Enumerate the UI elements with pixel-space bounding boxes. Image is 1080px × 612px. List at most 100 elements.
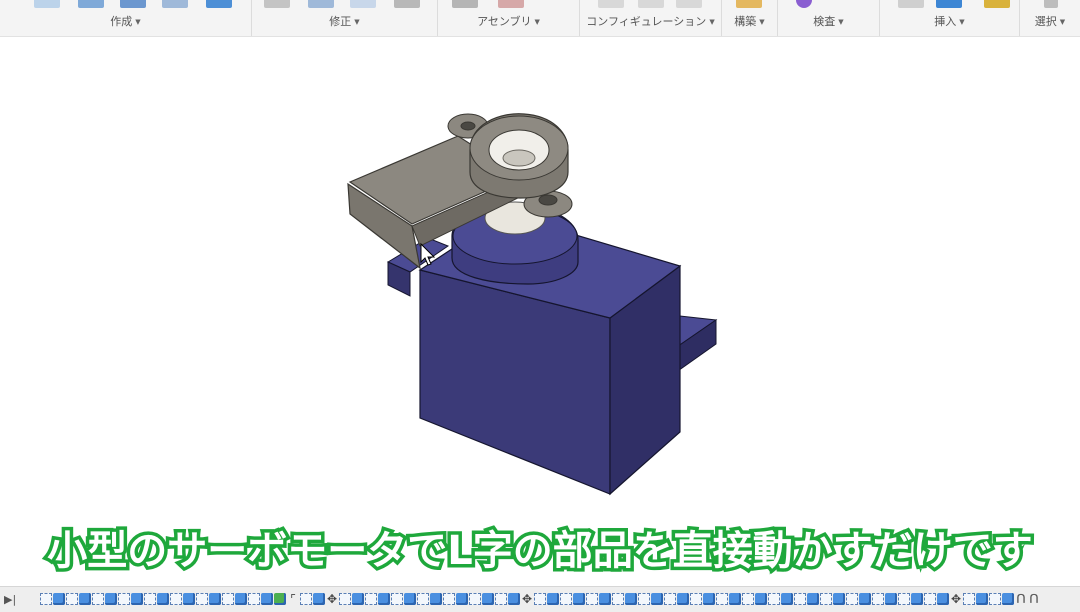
insert-mesh-icon[interactable] xyxy=(936,0,962,8)
timeline-sketch-icon[interactable] xyxy=(92,593,104,605)
timeline-sketch-icon[interactable] xyxy=(963,593,975,605)
servo-assembly-model[interactable] xyxy=(0,37,1080,587)
timeline-sketch-icon[interactable] xyxy=(794,593,806,605)
timeline-body-icon[interactable] xyxy=(131,593,143,605)
toolbar-menu-modify[interactable]: 修正 ▼ xyxy=(252,13,437,29)
toolbar-menu-construct[interactable]: 構築 ▼ xyxy=(722,13,777,29)
timeline-body-icon[interactable] xyxy=(755,593,767,605)
timeline-body-icon[interactable] xyxy=(859,593,871,605)
timeline-move-icon[interactable]: ✥ xyxy=(950,593,962,605)
offset-plane-icon[interactable] xyxy=(736,0,762,8)
toolbar-menu-configure[interactable]: コンフィギュレーション ▼ xyxy=(580,13,721,29)
timeline-move-icon[interactable]: ✥ xyxy=(326,593,338,605)
timeline-sketch-icon[interactable] xyxy=(339,593,351,605)
timeline-sketch-icon[interactable] xyxy=(222,593,234,605)
revolve-icon[interactable] xyxy=(120,0,146,8)
timeline-body-icon[interactable] xyxy=(937,593,949,605)
timeline-body-icon[interactable] xyxy=(53,593,65,605)
timeline-sketch-icon[interactable] xyxy=(469,593,481,605)
timeline-body-icon[interactable] xyxy=(781,593,793,605)
timeline-sketch-icon[interactable] xyxy=(872,593,884,605)
timeline-sketch-icon[interactable] xyxy=(768,593,780,605)
chamfer-icon[interactable] xyxy=(350,0,376,8)
timeline-body-icon[interactable] xyxy=(105,593,117,605)
timeline-sketch-icon[interactable] xyxy=(560,593,572,605)
pattern-icon[interactable] xyxy=(206,0,232,8)
timeline-sketch-icon[interactable] xyxy=(898,593,910,605)
insert-derive-icon[interactable] xyxy=(898,0,924,8)
timeline-body-icon[interactable] xyxy=(404,593,416,605)
timeline-body-icon[interactable] xyxy=(157,593,169,605)
timeline-sketch-icon[interactable] xyxy=(40,593,52,605)
insert-mcmaster-icon[interactable] xyxy=(984,0,1010,8)
timeline-sketch-icon[interactable] xyxy=(534,593,546,605)
toolbar-menu-select[interactable]: 選択 ▼ xyxy=(1020,13,1080,29)
timeline-body-icon[interactable] xyxy=(378,593,390,605)
measure-icon[interactable] xyxy=(796,0,812,8)
canvas-viewport[interactable] xyxy=(0,37,1080,587)
press-pull-icon[interactable] xyxy=(264,0,290,8)
configure-rule-icon[interactable] xyxy=(638,0,664,8)
timeline-sketch-icon[interactable] xyxy=(495,593,507,605)
timeline-sketch-icon[interactable] xyxy=(638,593,650,605)
play-icon[interactable]: ▶| xyxy=(4,593,16,606)
timeline-corner-icon[interactable]: ⌜ xyxy=(287,593,299,605)
timeline-sketch-icon[interactable] xyxy=(196,593,208,605)
timeline-body-icon[interactable] xyxy=(79,593,91,605)
shell-icon[interactable] xyxy=(394,0,420,8)
new-component-icon[interactable] xyxy=(452,0,478,8)
timeline-joint-icon[interactable]: ⋂ xyxy=(1015,593,1027,605)
hole-icon[interactable] xyxy=(162,0,188,8)
timeline-sketch-icon[interactable] xyxy=(742,593,754,605)
timeline-sketch-icon[interactable] xyxy=(690,593,702,605)
toolbar-menu-create[interactable]: 作成 ▼ xyxy=(0,13,251,29)
joint-icon[interactable] xyxy=(498,0,524,8)
timeline-body-icon[interactable] xyxy=(482,593,494,605)
timeline-body-icon[interactable] xyxy=(911,593,923,605)
timeline-body-icon[interactable] xyxy=(1002,593,1014,605)
timeline-sketch-icon[interactable] xyxy=(365,593,377,605)
timeline-body-icon[interactable] xyxy=(261,593,273,605)
timeline-body-icon[interactable] xyxy=(651,593,663,605)
configure-theme-icon[interactable] xyxy=(676,0,702,8)
timeline-sketch-icon[interactable] xyxy=(66,593,78,605)
timeline-sketch-icon[interactable] xyxy=(417,593,429,605)
timeline-sketch-icon[interactable] xyxy=(248,593,260,605)
timeline-sketch-icon[interactable] xyxy=(612,593,624,605)
timeline-body-icon[interactable] xyxy=(456,593,468,605)
toolbar-menu-inspect[interactable]: 検査 ▼ xyxy=(778,13,879,29)
timeline-body-icon[interactable] xyxy=(430,593,442,605)
timeline-body-icon[interactable] xyxy=(209,593,221,605)
timeline-body-icon[interactable] xyxy=(547,593,559,605)
timeline-body-icon[interactable] xyxy=(677,593,689,605)
timeline-sketch-icon[interactable] xyxy=(144,593,156,605)
timeline-body-icon[interactable] xyxy=(183,593,195,605)
timeline-sketch-icon[interactable] xyxy=(586,593,598,605)
timeline-body-icon[interactable] xyxy=(885,593,897,605)
timeline-body-icon[interactable] xyxy=(599,593,611,605)
fillet-icon[interactable] xyxy=(308,0,334,8)
timeline-body-icon[interactable] xyxy=(976,593,988,605)
toolbar-menu-insert[interactable]: 挿入 ▼ xyxy=(880,13,1019,29)
timeline-body-icon[interactable] xyxy=(703,593,715,605)
timeline-body-icon[interactable] xyxy=(573,593,585,605)
timeline-sketch-icon[interactable] xyxy=(118,593,130,605)
timeline-sketch-icon[interactable] xyxy=(443,593,455,605)
timeline-body-icon[interactable] xyxy=(235,593,247,605)
select-cursor-icon[interactable] xyxy=(1044,0,1058,8)
timeline-joint-icon[interactable]: ⋂ xyxy=(1028,593,1040,605)
timeline-sketch-icon[interactable] xyxy=(664,593,676,605)
timeline-body-icon[interactable] xyxy=(313,593,325,605)
timeline-sketch-icon[interactable] xyxy=(989,593,1001,605)
timeline-sketch-icon[interactable] xyxy=(391,593,403,605)
timeline-body-icon[interactable] xyxy=(807,593,819,605)
timeline-body-icon[interactable] xyxy=(729,593,741,605)
timeline-sketch-icon[interactable] xyxy=(716,593,728,605)
timeline-sketch-icon[interactable] xyxy=(300,593,312,605)
timeline-body-icon[interactable] xyxy=(352,593,364,605)
configure-table-icon[interactable] xyxy=(598,0,624,8)
timeline-sketch-icon[interactable] xyxy=(170,593,182,605)
timeline-body-icon[interactable] xyxy=(833,593,845,605)
create-sketch-icon[interactable] xyxy=(34,0,60,8)
timeline-sketch-icon[interactable] xyxy=(924,593,936,605)
